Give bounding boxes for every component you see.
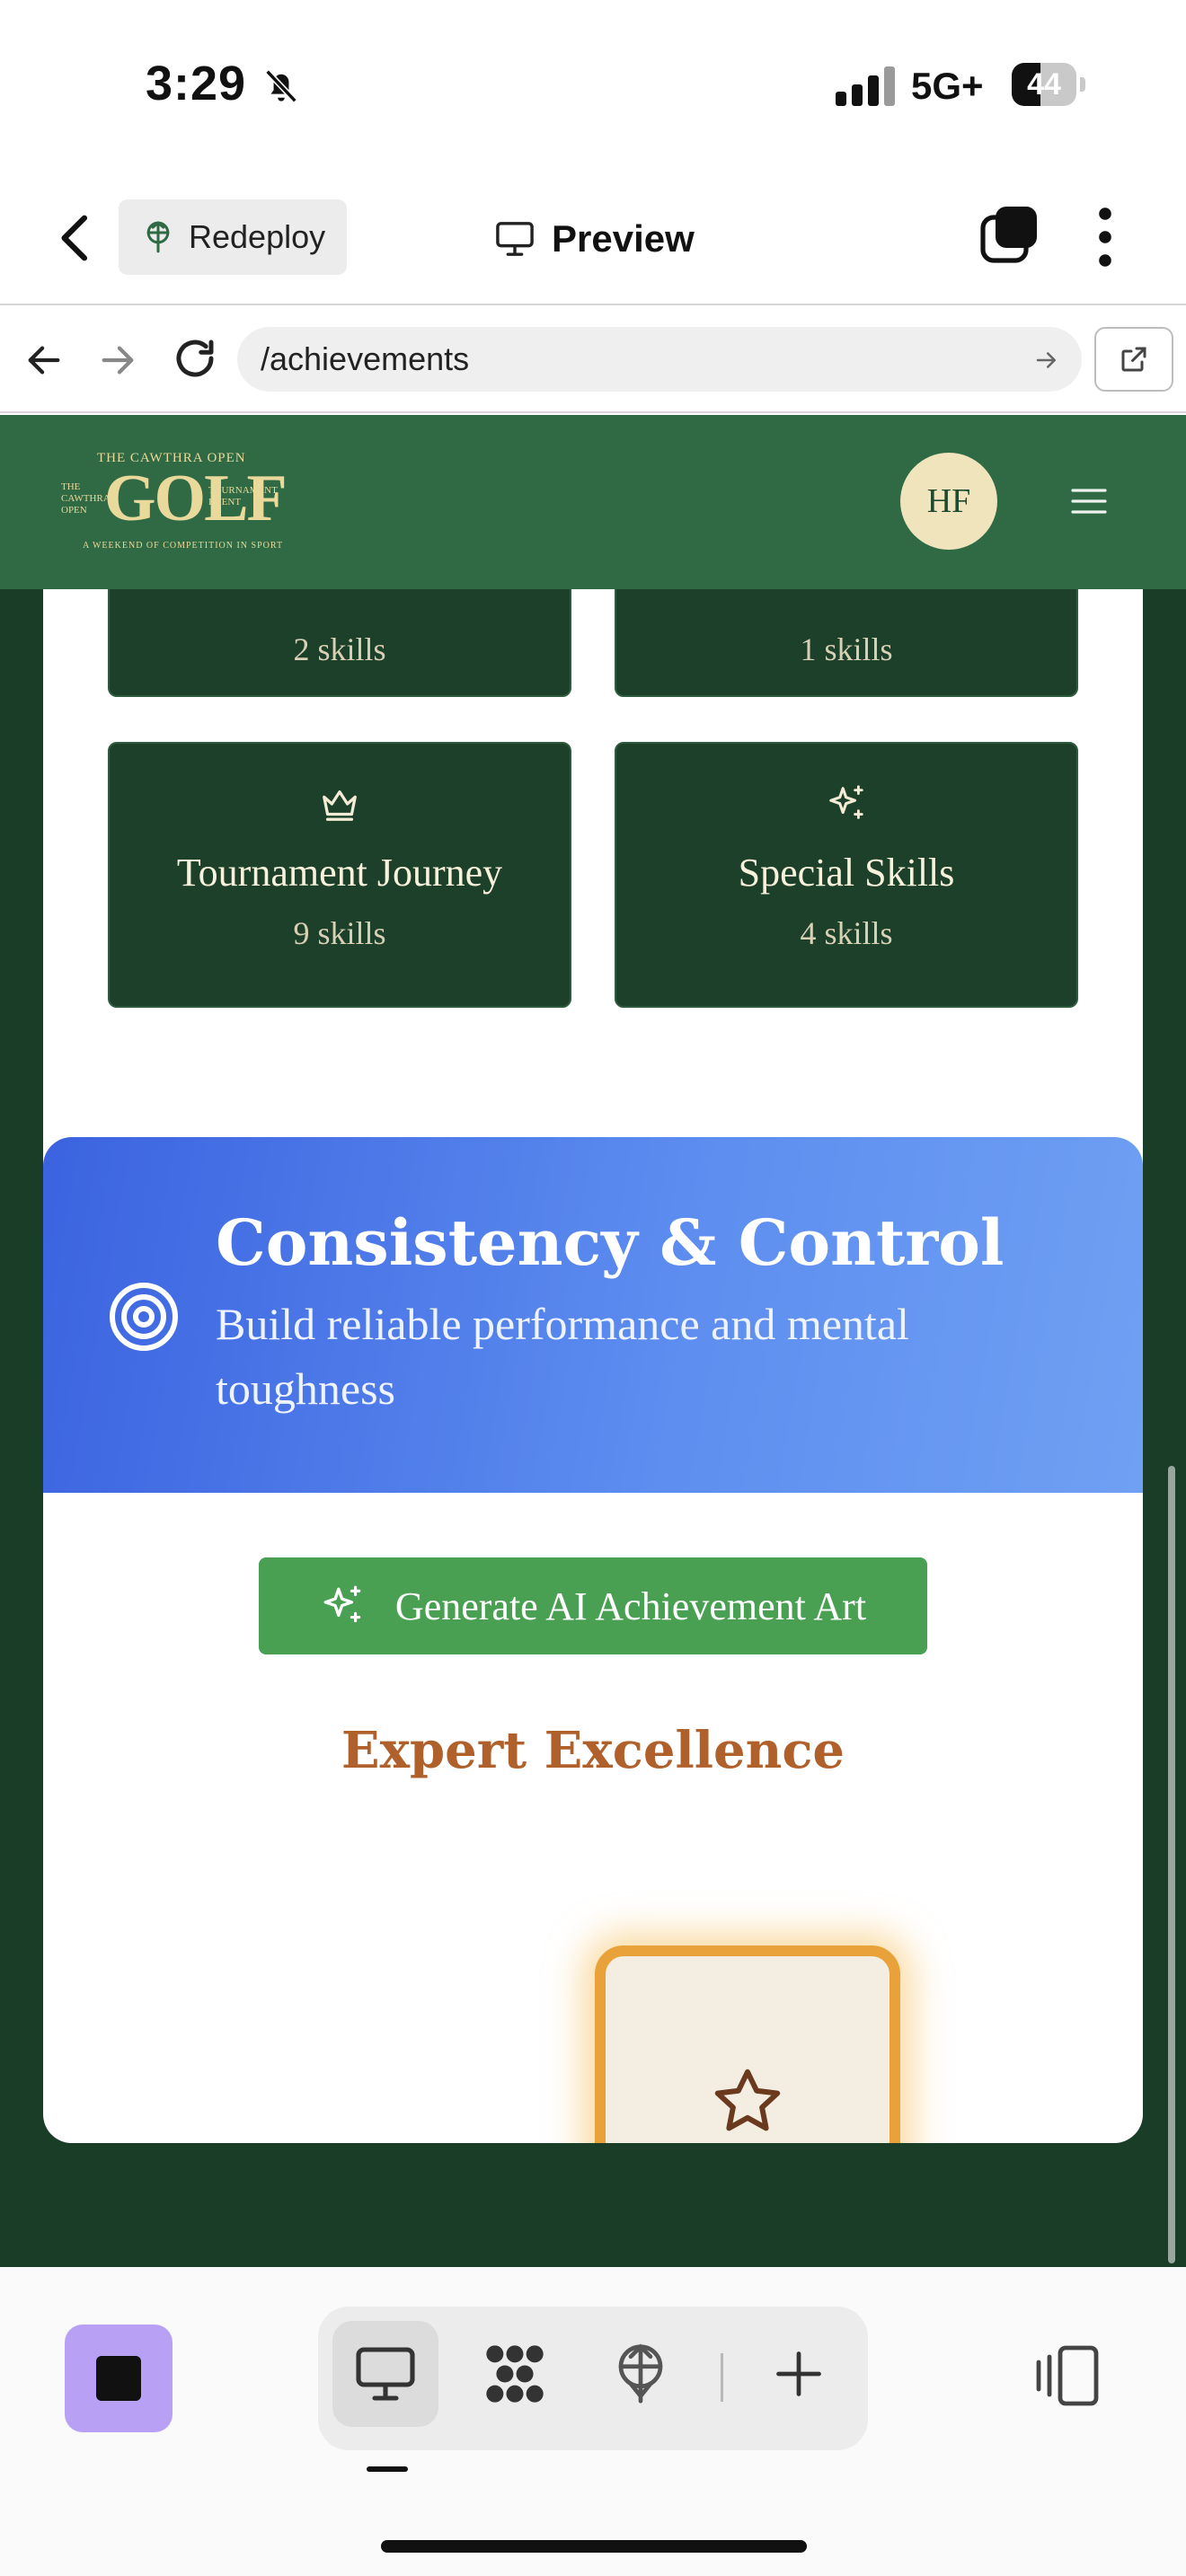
sparkles-icon — [323, 1585, 361, 1623]
home-indicator[interactable] — [381, 2540, 807, 2553]
status-bar: 3:29 5G+ 44 — [0, 0, 1186, 171]
skill-group-name: Tournament Journey — [176, 851, 503, 895]
site-header: THE CAWTHRA OPEN THE CAWTHRA OPEN GOLF T… — [0, 415, 1186, 589]
dock-divider — [721, 2353, 723, 2402]
dock-view-switcher — [318, 2307, 868, 2450]
achievements-page: 2 skills 1 skills Tournament Journey 9 s… — [0, 589, 1186, 2267]
tier-title: Expert Excellence — [341, 1721, 845, 1780]
arrow-right-icon[interactable] — [97, 340, 138, 381]
logo-left-stack: THE CAWTHRA OPEN — [61, 481, 111, 516]
skill-count: 1 skills — [800, 631, 893, 667]
battery-percent: 44 — [1027, 67, 1061, 101]
star-icon — [714, 2069, 781, 2131]
preview-label: Preview — [552, 217, 695, 260]
skill-group-tile[interactable]: 1 skills — [615, 589, 1078, 697]
redeploy-button[interactable]: Redeploy — [119, 199, 347, 275]
deploy-icon — [146, 221, 170, 253]
external-link-icon — [1121, 347, 1146, 372]
generate-button-label: Generate AI Achievement Art — [394, 1584, 867, 1628]
monitor-icon — [356, 2347, 415, 2401]
sparkles-icon — [829, 785, 863, 819]
app-toolbar: Redeploy Preview — [0, 171, 1186, 305]
arrow-left-icon[interactable] — [23, 340, 65, 381]
stop-button[interactable] — [65, 2325, 173, 2432]
skill-group-special-skills[interactable]: Special Skills 4 skills — [615, 742, 1078, 1008]
tabs-icon[interactable] — [979, 205, 1039, 264]
achievement-badge[interactable] — [595, 1945, 900, 2143]
back-chevron-icon[interactable] — [56, 212, 97, 264]
more-options-icon[interactable] — [1087, 205, 1123, 269]
bell-off-icon — [265, 69, 297, 103]
category-title: Consistency & Control — [216, 1205, 1005, 1280]
skill-group-name: Special Skills — [738, 851, 955, 895]
stop-icon — [96, 2356, 141, 2401]
dock-add-button[interactable] — [746, 2321, 852, 2427]
logo-tagline: A WEEKEND OF COMPETITION IN SPORT — [83, 541, 284, 551]
redeploy-label: Redeploy — [189, 218, 326, 255]
bottom-dock — [0, 2267, 1186, 2576]
go-arrow-icon[interactable] — [1033, 347, 1060, 374]
battery-icon: 44 — [1012, 63, 1085, 106]
scrollbar[interactable] — [1168, 1466, 1175, 2263]
network-type: 5G+ — [911, 65, 984, 107]
logo-right-stack: TOURNAMENT EVENT — [208, 485, 278, 507]
skill-count: 2 skills — [293, 631, 386, 667]
panel-toggle-icon[interactable] — [1033, 2344, 1100, 2407]
skill-group-tour-journey[interactable]: Tournament Journey 9 skills — [108, 742, 571, 1008]
skill-count: 9 skills — [293, 915, 386, 951]
skill-group-tile[interactable]: 2 skills — [108, 589, 571, 697]
reload-icon[interactable] — [171, 334, 219, 383]
status-time: 3:29 — [146, 57, 247, 110]
plus-icon — [776, 2351, 821, 2396]
dock-preview-button[interactable] — [332, 2321, 438, 2427]
target-icon — [110, 1283, 178, 1351]
generate-ai-art-button[interactable]: Generate AI Achievement Art — [259, 1557, 927, 1654]
skill-count: 4 skills — [800, 915, 893, 951]
open-external-button[interactable] — [1094, 327, 1173, 392]
menu-icon[interactable] — [1071, 487, 1107, 516]
category-section: Consistency & Control Build reliable per… — [43, 1137, 1143, 2143]
monitor-icon — [496, 222, 534, 256]
dots-grid-icon — [486, 2345, 544, 2403]
dock-deploy-button[interactable] — [588, 2321, 694, 2427]
golf-logo[interactable]: THE CAWTHRA OPEN THE CAWTHRA OPEN GOLF T… — [56, 442, 288, 564]
url-text: /achievements — [261, 340, 470, 377]
url-field[interactable]: /achievements — [237, 327, 1082, 392]
crown-icon — [323, 790, 357, 821]
cell-signal-icon — [836, 66, 895, 106]
user-avatar[interactable]: HF — [900, 453, 997, 550]
preview-toggle[interactable]: Preview — [494, 208, 695, 269]
browser-nav-bar: /achievements — [0, 307, 1186, 413]
category-description: Build reliable performance and mental to… — [216, 1299, 909, 1414]
active-tab-indicator — [367, 2466, 408, 2472]
dock-agent-button[interactable] — [462, 2321, 568, 2427]
category-banner: Consistency & Control Build reliable per… — [43, 1137, 1143, 1493]
deploy-icon — [618, 2343, 663, 2404]
